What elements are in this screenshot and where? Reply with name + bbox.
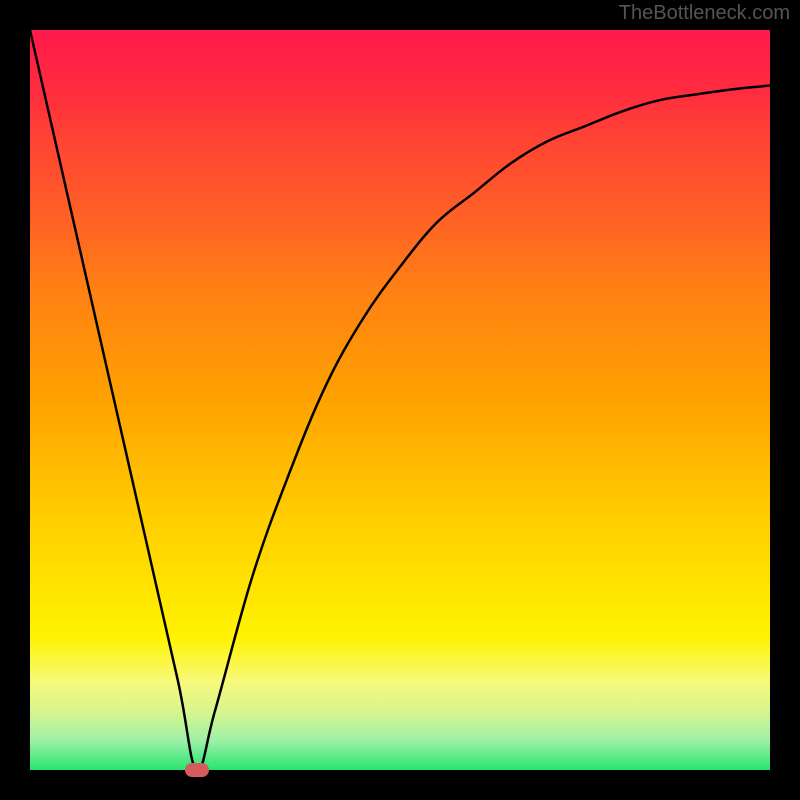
attribution-label: TheBottleneck.com bbox=[619, 2, 790, 25]
plot-area bbox=[30, 30, 770, 770]
chart-container: TheBottleneck.com bbox=[0, 0, 800, 800]
bottleneck-curve bbox=[30, 30, 770, 770]
optimal-marker bbox=[185, 763, 209, 777]
